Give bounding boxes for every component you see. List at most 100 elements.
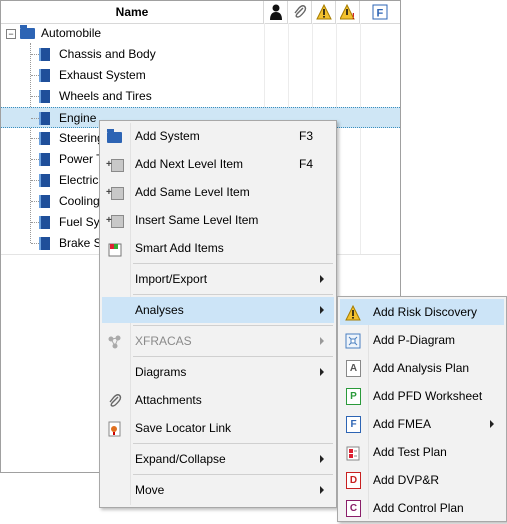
dvpr-icon: D: [345, 472, 361, 489]
menu-item-add-next-level[interactable]: + Add Next Level Item F4: [102, 151, 334, 177]
menu-item-label: Add System: [135, 129, 200, 143]
folder-icon: [20, 25, 35, 39]
submenu-arrow-icon: [320, 275, 324, 283]
shortcut-label: F3: [299, 129, 314, 143]
menu-item-smart-add[interactable]: Smart Add Items: [102, 235, 334, 261]
shortcut-label: F4: [299, 157, 314, 171]
menu-item-diagrams[interactable]: Diagrams: [102, 359, 334, 385]
tree-row[interactable]: Chassis and Body: [1, 44, 400, 65]
system-book-icon: [39, 237, 50, 250]
menu-item-label: Add Risk Discovery: [373, 305, 478, 319]
test-plan-icon: [345, 444, 361, 461]
add-sibling-icon: +: [106, 184, 124, 200]
menu-item-label: Add Analysis Plan: [373, 361, 470, 375]
analyses-submenu: Add Risk Discovery Add P-Diagram A Add A…: [337, 296, 507, 522]
tree-header: Name ! F: [1, 1, 400, 24]
system-book-icon: [39, 48, 50, 61]
tree-item-label: Power T: [59, 152, 104, 166]
menu-item-add-pfd-worksheet[interactable]: P Add PFD Worksheet: [340, 383, 504, 409]
submenu-arrow-icon: [320, 337, 324, 345]
pfd-icon: P: [345, 388, 361, 405]
smart-add-icon: [107, 240, 123, 257]
svg-text:F: F: [377, 8, 384, 20]
tree-row-root[interactable]: − Automobile: [1, 23, 400, 44]
menu-item-label: Attachments: [135, 393, 202, 407]
tree-item-label: Chassis and Body: [59, 47, 156, 61]
tree-item-label: Automobile: [41, 26, 102, 40]
name-column-header[interactable]: Name: [1, 1, 264, 23]
system-book-icon: [39, 132, 50, 145]
tree-item-label: Wheels and Tires: [59, 89, 152, 103]
analysis-plan-icon: A: [345, 360, 361, 377]
fmea-icon: F: [345, 416, 361, 433]
menu-item-insert-same-level[interactable]: + Insert Same Level Item: [102, 207, 334, 233]
warning-exclaim-icon[interactable]: !: [336, 1, 360, 23]
add-child-icon: +: [106, 156, 124, 172]
xfracas-icon: [107, 333, 123, 349]
menu-item-label: Import/Export: [135, 272, 208, 286]
submenu-arrow-icon: [320, 306, 324, 314]
menu-item-label: Insert Same Level Item: [135, 213, 259, 227]
paperclip-icon[interactable]: [288, 1, 312, 23]
tree-item-label: Exhaust System: [59, 68, 146, 82]
menu-item-add-control-plan[interactable]: C Add Control Plan: [340, 495, 504, 521]
menu-item-attachments[interactable]: Attachments: [102, 387, 334, 413]
menu-item-label: Move: [135, 483, 165, 497]
locator-icon: [107, 420, 123, 437]
tree-row[interactable]: Exhaust System: [1, 65, 400, 86]
system-book-icon: [39, 153, 50, 166]
submenu-arrow-icon: [320, 368, 324, 376]
paperclip-icon: [107, 392, 123, 408]
menu-item-add-risk-discovery[interactable]: Add Risk Discovery: [340, 299, 504, 325]
menu-item-label: Diagrams: [135, 365, 187, 379]
system-book-icon: [39, 90, 50, 103]
menu-item-expand-collapse[interactable]: Expand/Collapse: [102, 446, 334, 472]
system-book-icon: [39, 216, 50, 229]
submenu-arrow-icon: [320, 455, 324, 463]
menu-item-add-analysis-plan[interactable]: A Add Analysis Plan: [340, 355, 504, 381]
insert-sibling-icon: +: [106, 212, 124, 228]
menu-item-label: Add Same Level Item: [135, 185, 250, 199]
menu-item-xfracas[interactable]: XFRACAS: [102, 328, 334, 354]
system-book-icon: [39, 69, 50, 82]
menu-item-label: Add Control Plan: [373, 501, 464, 515]
collapse-toggle[interactable]: −: [6, 29, 16, 39]
system-book-icon: [39, 195, 50, 208]
system-book-icon: [39, 112, 50, 125]
menu-item-save-locator-link[interactable]: Save Locator Link: [102, 415, 334, 441]
menu-item-label: Analyses: [135, 303, 184, 317]
svg-text:!: !: [352, 12, 355, 20]
menu-item-analyses[interactable]: Analyses: [102, 297, 334, 323]
person-icon[interactable]: [264, 1, 288, 23]
menu-item-label: XFRACAS: [135, 334, 192, 348]
menu-item-label: Add Next Level Item: [135, 157, 244, 171]
menu-item-add-same-level[interactable]: + Add Same Level Item: [102, 179, 334, 205]
menu-item-label: Add Test Plan: [373, 445, 447, 459]
submenu-arrow-icon: [320, 486, 324, 494]
tree-row[interactable]: Wheels and Tires: [1, 86, 400, 107]
warning-icon[interactable]: [312, 1, 336, 23]
menu-item-import-export[interactable]: Import/Export: [102, 266, 334, 292]
context-menu: Add System F3 + Add Next Level Item F4 +…: [99, 120, 337, 508]
menu-item-label: Save Locator Link: [135, 421, 232, 435]
control-plan-icon: C: [345, 500, 361, 517]
system-book-icon: [39, 174, 50, 187]
menu-item-label: Add DVP&R: [373, 473, 440, 487]
menu-item-add-test-plan[interactable]: Add Test Plan: [340, 439, 504, 465]
menu-item-label: Add PFD Worksheet: [373, 389, 483, 403]
tree-item-label: Cooling: [59, 194, 100, 208]
menu-item-add-p-diagram[interactable]: Add P-Diagram: [340, 327, 504, 353]
menu-item-label: Expand/Collapse: [135, 452, 226, 466]
menu-item-label: Add P-Diagram: [373, 333, 456, 347]
warning-icon: [345, 304, 361, 321]
tree-item-label: Steering: [59, 131, 104, 145]
tree-item-label: Engine: [59, 111, 97, 125]
menu-item-label: Smart Add Items: [135, 241, 224, 255]
menu-item-add-dvpr[interactable]: D Add DVP&R: [340, 467, 504, 493]
menu-item-add-system[interactable]: Add System F3: [102, 123, 334, 149]
menu-item-label: Add FMEA: [373, 417, 432, 431]
p-diagram-icon: [345, 332, 361, 349]
fmea-f-icon[interactable]: F: [360, 1, 400, 23]
menu-item-add-fmea[interactable]: F Add FMEA: [340, 411, 504, 437]
menu-item-move[interactable]: Move: [102, 477, 334, 503]
